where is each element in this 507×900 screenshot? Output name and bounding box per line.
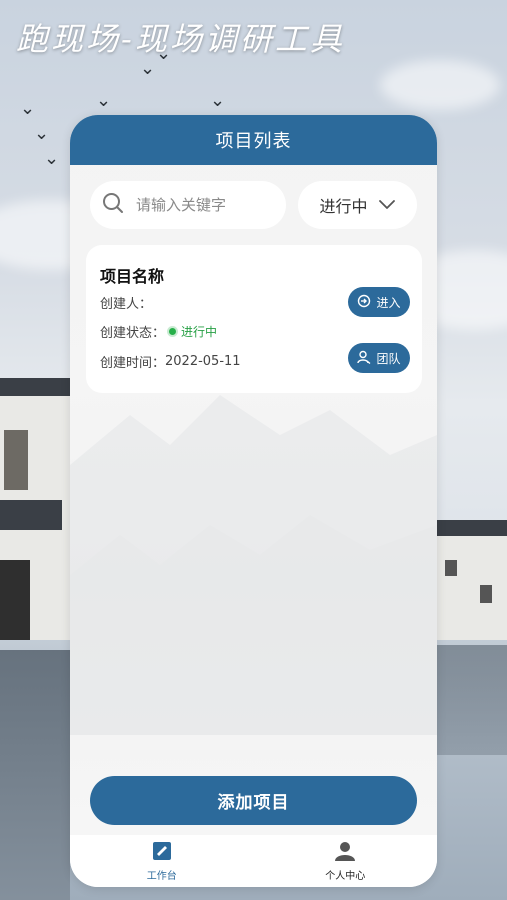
chevron-down-icon [378, 196, 396, 215]
app-title: 跑现场-现场调研工具 [16, 20, 345, 58]
creator-label: 创建人： [100, 297, 153, 312]
search-icon [102, 192, 124, 218]
project-name: 项目名称 [100, 267, 165, 286]
team-button[interactable]: 团队 [348, 343, 410, 373]
tab-profile-label: 个人中心 [325, 871, 366, 882]
created-time-value: 2022-05-11 [165, 354, 241, 369]
team-icon [357, 350, 371, 367]
right-house [437, 530, 507, 640]
enter-label: 进入 [376, 295, 401, 310]
status-filter-select[interactable]: 进行中 [298, 181, 417, 229]
status-dot-icon [169, 328, 177, 335]
add-project-button[interactable]: 添加项目 [90, 776, 417, 825]
status-row: 创建状态： 进行中 [100, 322, 217, 341]
project-card: 项目名称 创建人： 创建状态： 进行中 创建时间： 2022-05-11 进入 [86, 245, 422, 393]
enter-button[interactable]: 进入 [348, 287, 410, 317]
created-time-row: 创建时间： 2022-05-11 [100, 352, 241, 371]
status-filter-value: 进行中 [319, 197, 368, 216]
team-label: 团队 [376, 351, 401, 366]
project-list-panel: 项目列表 进行中 项目名称 创建人： 创建状态： 进行中 [70, 115, 437, 887]
page-title: 项目列表 [215, 131, 292, 152]
created-time-label: 创建时间： [100, 356, 166, 371]
user-icon [334, 840, 356, 865]
bottom-tab-bar: 工作台 个人中心 [70, 835, 437, 887]
page-header: 项目列表 [70, 115, 437, 165]
status-value: 进行中 [181, 325, 218, 339]
tab-profile[interactable]: 个人中心 [254, 835, 438, 887]
creator-row: 创建人： [100, 293, 152, 312]
mountain-illustration [70, 395, 437, 735]
workbench-icon [151, 840, 173, 865]
tab-workbench-label: 工作台 [146, 871, 177, 882]
status-label: 创建状态： [100, 326, 166, 341]
search-box[interactable] [90, 181, 286, 229]
enter-icon [357, 294, 371, 311]
tab-workbench[interactable]: 工作台 [70, 835, 254, 887]
search-input[interactable] [136, 196, 266, 214]
